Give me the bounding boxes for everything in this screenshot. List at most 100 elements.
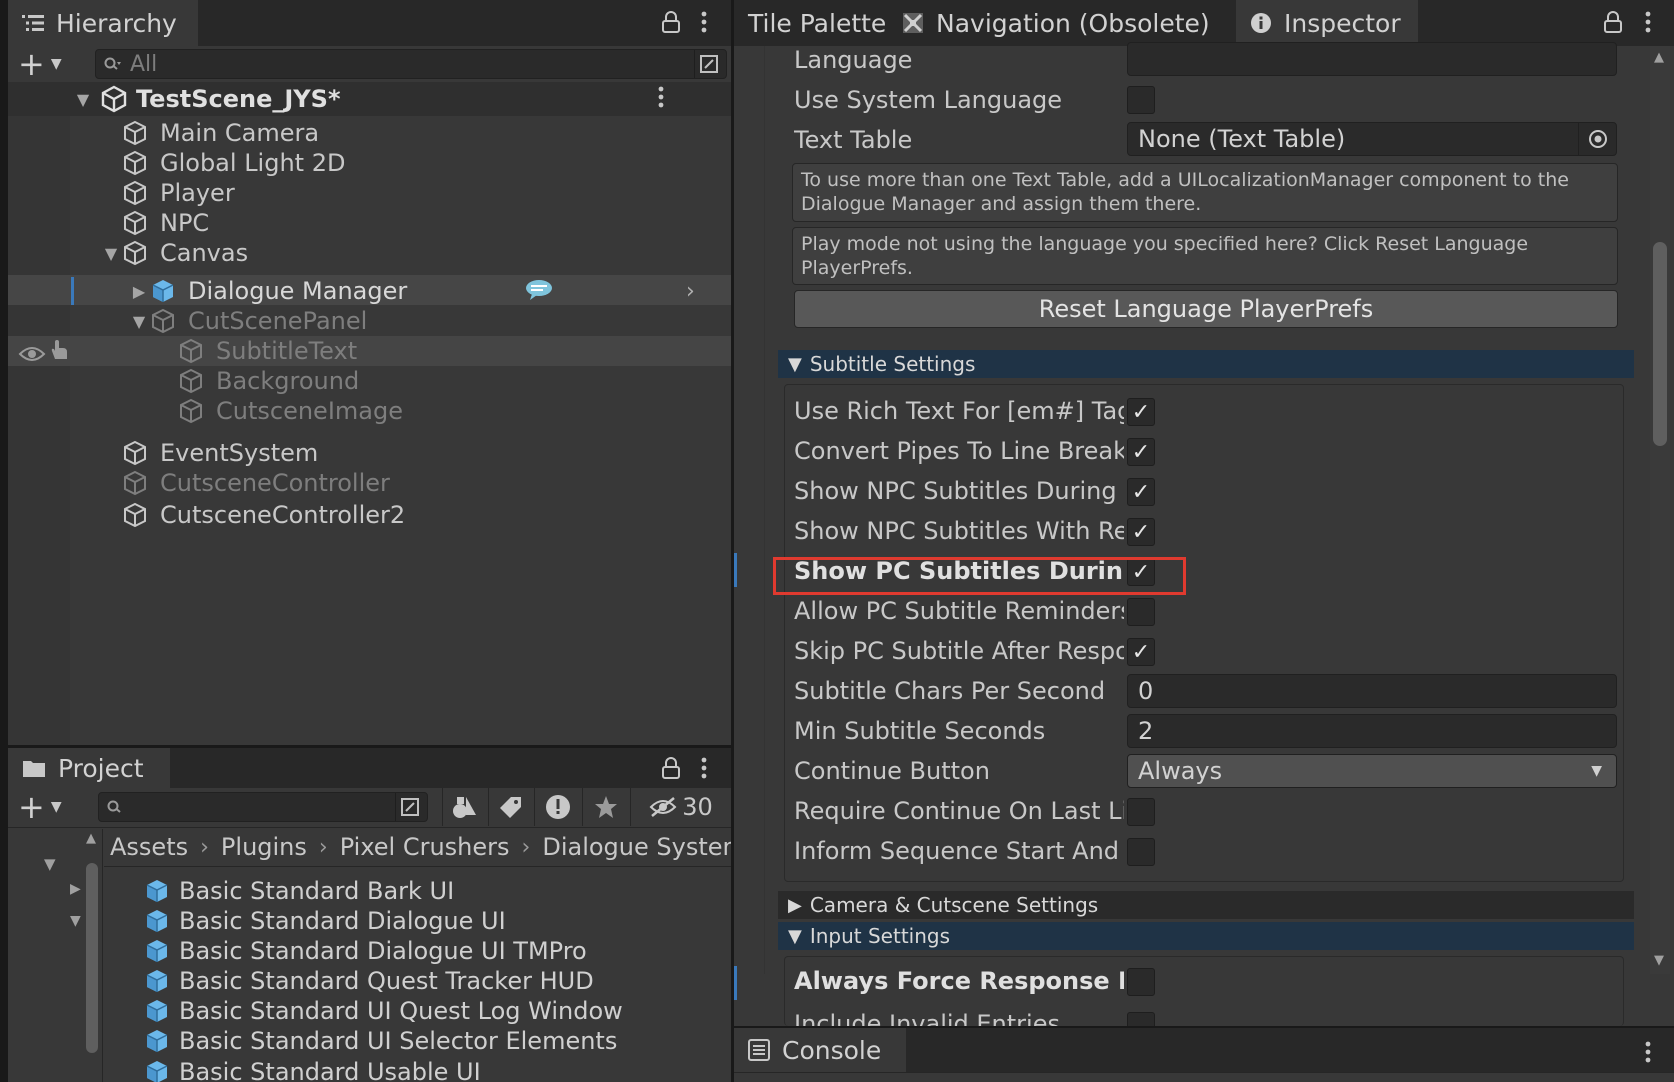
scroll-up-arrow-icon[interactable]: ▲ xyxy=(1654,50,1664,65)
plus-icon: + xyxy=(18,45,45,83)
breadcrumb-item[interactable]: Pixel Crushers xyxy=(340,833,510,861)
lock-icon[interactable] xyxy=(1600,8,1626,36)
pickable-hand-icon[interactable] xyxy=(48,339,70,367)
tree-arrow-icon[interactable]: ▶ xyxy=(70,881,81,897)
help-box-text-table: To use more than one Text Table, add a U… xyxy=(792,163,1618,222)
hierarchy-item[interactable]: ▼ Canvas xyxy=(8,237,731,269)
text-table-field[interactable]: None (Text Table) xyxy=(1127,122,1617,156)
breadcrumb-item[interactable]: Assets xyxy=(110,833,188,861)
continue-button-dropdown[interactable]: Always ▼ xyxy=(1127,754,1617,788)
tree-arrow-icon[interactable]: ▼ xyxy=(44,855,56,873)
scene-search-toggle-icon[interactable] xyxy=(694,50,722,78)
kebab-menu-icon[interactable] xyxy=(1638,8,1658,36)
star-icon xyxy=(594,796,617,818)
scene-kebab-icon[interactable] xyxy=(658,86,664,114)
asset-list-item[interactable]: Basic Standard Dialogue UI xyxy=(143,906,506,936)
convert-pipes-checkbox[interactable]: ✓ xyxy=(1127,438,1155,466)
scene-row[interactable]: ▼ TestScene_JYS* xyxy=(8,82,731,116)
project-folder-tree[interactable]: ▼ ▶ ▼ ▲ xyxy=(8,829,103,1082)
scroll-down-arrow-icon[interactable]: ▼ xyxy=(1654,953,1664,968)
breadcrumb-separator-icon: › xyxy=(200,834,209,860)
subtitle-chars-per-second-field[interactable]: 0 xyxy=(1127,674,1617,708)
allow-pc-subtitle-reminders-checkbox[interactable] xyxy=(1127,598,1155,626)
collapsed-arrow-icon[interactable]: ▶ xyxy=(129,282,149,301)
hierarchy-tab-label: Hierarchy xyxy=(56,8,177,38)
show-npc-subtitles-during-line-checkbox[interactable]: ✓ xyxy=(1127,478,1155,506)
rich-text-checkbox[interactable]: ✓ xyxy=(1127,398,1155,426)
kebab-menu-icon[interactable] xyxy=(1638,1038,1658,1066)
tab-project[interactable]: Project xyxy=(8,748,170,788)
scroll-up-arrow-icon[interactable]: ▲ xyxy=(86,831,96,846)
search-placeholder: All xyxy=(130,51,158,77)
inform-sequence-checkbox[interactable] xyxy=(1127,838,1155,866)
hierarchy-item[interactable]: Background xyxy=(8,365,731,397)
hierarchy-item[interactable]: NPC xyxy=(8,207,731,239)
tab-tile-palette[interactable]: Tile Palette xyxy=(734,0,888,46)
asset-list-item[interactable]: Basic Standard Bark UI xyxy=(143,876,454,906)
kebab-menu-icon[interactable] xyxy=(694,754,714,782)
kebab-menu-icon[interactable] xyxy=(694,8,714,36)
tree-scrollbar-thumb[interactable] xyxy=(86,863,98,1053)
tab-console[interactable]: Console xyxy=(734,1028,906,1072)
hierarchy-item[interactable]: SubtitleText xyxy=(8,335,731,367)
hierarchy-tabbar: Hierarchy xyxy=(8,0,731,46)
breadcrumb-item[interactable]: Dialogue System xyxy=(542,833,731,861)
hierarchy-item[interactable]: ▼ CutScenePanel xyxy=(8,305,731,337)
asset-list-item[interactable]: Basic Standard UI Selector Elements xyxy=(143,1026,617,1056)
input-settings-foldout[interactable]: ▼ Input Settings xyxy=(778,922,1634,950)
hierarchy-item[interactable]: EventSystem xyxy=(8,437,731,469)
filter-by-type-button[interactable] xyxy=(442,788,486,826)
reset-language-playerprefs-button[interactable]: Reset Language PlayerPrefs xyxy=(794,290,1618,328)
always-force-response-menu-checkbox[interactable] xyxy=(1127,968,1155,996)
hierarchy-item[interactable]: Global Light 2D xyxy=(8,147,731,179)
hierarchy-item[interactable]: Player xyxy=(8,177,731,209)
hierarchy-item-selected[interactable]: ▶ Dialogue Manager › xyxy=(8,275,731,307)
chevron-right-icon[interactable]: › xyxy=(686,279,695,304)
skip-pc-subtitle-checkbox[interactable]: ✓ xyxy=(1127,638,1155,666)
unity-scene-icon xyxy=(100,85,128,119)
asset-list-item[interactable]: Basic Standard UI Quest Log Window xyxy=(143,996,623,1026)
breadcrumb-item[interactable]: Plugins xyxy=(221,833,307,861)
tree-arrow-icon[interactable]: ▼ xyxy=(70,913,81,929)
object-picker-icon[interactable] xyxy=(1578,123,1616,155)
filter-by-label-button[interactable] xyxy=(488,788,532,826)
hidden-packages-button[interactable]: 30 xyxy=(630,788,730,826)
expand-arrow-icon[interactable]: ▼ xyxy=(101,244,121,263)
min-subtitle-seconds-field[interactable]: 2 xyxy=(1127,714,1617,748)
inspector-gutter-line xyxy=(764,46,765,974)
add-dropdown-button[interactable]: + ▼ xyxy=(18,45,78,83)
show-npc-subtitles-with-response-checkbox[interactable]: ✓ xyxy=(1127,518,1155,546)
asset-list-item[interactable]: Basic Standard Quest Tracker HUD xyxy=(143,966,594,996)
search-toggle-icon[interactable] xyxy=(395,793,423,821)
tab-inspector[interactable]: Inspector xyxy=(1236,0,1418,46)
include-invalid-entries-checkbox[interactable] xyxy=(1127,1012,1155,1026)
hierarchy-item[interactable]: Main Camera xyxy=(8,117,731,149)
favorites-button[interactable] xyxy=(582,788,628,826)
hierarchy-item[interactable]: CutsceneController xyxy=(8,467,731,499)
asset-list-item[interactable]: Basic Standard Usable UI xyxy=(143,1056,481,1082)
hierarchy-item[interactable]: CutsceneImage xyxy=(8,395,731,427)
hierarchy-item[interactable]: CutsceneController2 xyxy=(8,499,731,531)
project-search-input[interactable] xyxy=(98,792,428,822)
navigation-tab-label: Navigation (Obsolete) xyxy=(936,8,1210,38)
hierarchy-search-input[interactable]: All xyxy=(95,49,727,79)
asset-list-item[interactable]: Basic Standard Dialogue UI TMPro xyxy=(143,936,587,966)
expand-arrow-icon[interactable]: ▼ xyxy=(129,312,149,331)
asset-label: Basic Standard Quest Tracker HUD xyxy=(179,967,594,995)
filter-by-issues-button[interactable] xyxy=(534,788,580,826)
tab-hierarchy[interactable]: Hierarchy xyxy=(8,0,198,46)
expand-arrow-icon[interactable]: ▼ xyxy=(73,90,93,109)
camera-cutscene-settings-foldout[interactable]: ▶ Camera & Cutscene Settings xyxy=(778,891,1634,919)
subtitle-settings-foldout[interactable]: ▼ Subtitle Settings xyxy=(778,350,1634,378)
inspector-scrollbar[interactable]: ▲ ▼ xyxy=(1650,46,1670,974)
create-dropdown-button[interactable]: + ▼ xyxy=(18,791,78,823)
console-panel: Console xyxy=(734,1028,1674,1082)
language-field[interactable] xyxy=(1127,42,1617,76)
lock-icon[interactable] xyxy=(658,8,684,36)
use-system-language-checkbox[interactable] xyxy=(1127,86,1155,114)
scrollbar-thumb[interactable] xyxy=(1653,242,1667,446)
subtitle-settings-title: Subtitle Settings xyxy=(809,352,976,376)
lock-icon[interactable] xyxy=(658,754,684,782)
tab-navigation[interactable]: Navigation (Obsolete) xyxy=(888,0,1210,46)
require-continue-checkbox[interactable] xyxy=(1127,798,1155,826)
